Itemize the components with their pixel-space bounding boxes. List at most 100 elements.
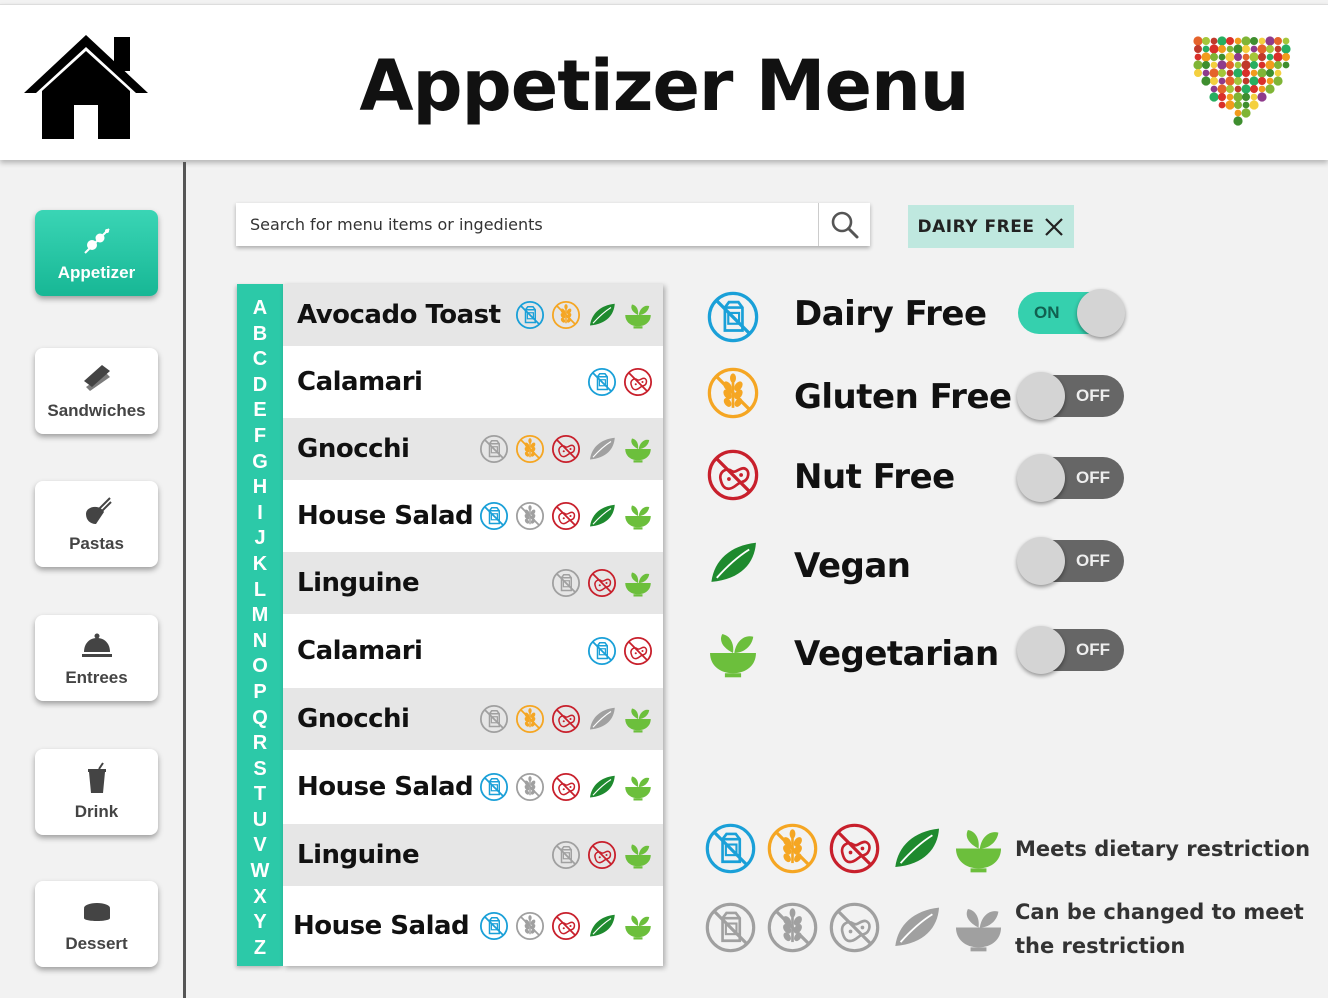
search-input[interactable]: [236, 203, 818, 246]
nav-sandwiches[interactable]: Sandwiches: [35, 348, 158, 434]
cloche-icon: [81, 633, 112, 657]
nut-free-icon: [707, 449, 759, 501]
menu-item-row[interactable]: Calamari: [283, 614, 663, 688]
legend-changeable-text: Can be changed to meet the restriction: [1015, 895, 1304, 963]
sandwich-icon: [83, 365, 110, 391]
menu-item-name: Avocado Toast: [297, 300, 501, 330]
dietary-tags: [587, 367, 653, 397]
toggle-state: OFF: [1076, 468, 1110, 487]
vegetarian-icon: [625, 915, 651, 940]
filter-chip-dairy-free: DAIRY FREE: [908, 205, 1074, 248]
dairy-free-icon: [479, 501, 509, 531]
menu-item-row[interactable]: Linguine: [283, 552, 663, 614]
nav-dessert[interactable]: Dessert: [35, 881, 158, 967]
nut-free-icon: [551, 911, 581, 941]
alpha-letter[interactable]: N: [253, 631, 267, 651]
toggle-knob[interactable]: [1017, 372, 1065, 420]
alpha-letter[interactable]: T: [254, 784, 266, 804]
vegan-icon: [590, 914, 615, 937]
vegan-icon: [895, 907, 940, 947]
toggle-knob[interactable]: [1077, 289, 1125, 337]
toggle-state: ON: [1034, 303, 1060, 322]
nav-label: Drink: [74, 802, 119, 821]
dairy-free-icon: [515, 300, 545, 330]
alphabet-index: ABCDEFGHIJKLMNOPQRSTUVWXYZ: [237, 284, 283, 966]
vegetarian-icon: [625, 708, 651, 733]
filter-toggle-vegetarian[interactable]: OFF: [1017, 626, 1124, 674]
nut-free-icon: [551, 704, 581, 734]
filter-toggle-dairy[interactable]: ON: [1018, 289, 1125, 337]
nav-appetizer[interactable]: Appetizer: [35, 210, 158, 296]
toggle-state: OFF: [1076, 386, 1110, 405]
menu-item-row[interactable]: House Salad: [283, 750, 663, 824]
menu-item-name: Calamari: [297, 636, 423, 666]
skewer-icon: [83, 228, 110, 254]
menu-item-name: House Salad: [297, 772, 474, 802]
dairy-free-icon: [705, 902, 756, 953]
nut-free-icon: [551, 772, 581, 802]
filter-toggle-nut[interactable]: OFF: [1017, 454, 1124, 502]
menu-item-row[interactable]: Avocado Toast: [283, 284, 663, 346]
close-icon[interactable]: [1044, 217, 1064, 237]
alpha-letter[interactable]: R: [253, 733, 267, 753]
nav-drink[interactable]: Drink: [35, 749, 158, 835]
alpha-letter[interactable]: O: [252, 656, 268, 676]
toggle-knob[interactable]: [1017, 537, 1065, 585]
alpha-letter[interactable]: L: [254, 580, 266, 600]
dietary-tags: [479, 501, 653, 531]
vegan-icon: [711, 542, 756, 582]
alpha-letter[interactable]: B: [253, 324, 267, 344]
filter-toggle-gluten[interactable]: OFF: [1017, 372, 1124, 420]
alpha-letter[interactable]: W: [251, 861, 270, 881]
menu-item-row[interactable]: House Salad: [283, 886, 663, 966]
menu-item-name: Linguine: [297, 568, 420, 598]
nav-pastas[interactable]: Pastas: [35, 481, 158, 567]
page-title: Appetizer Menu: [359, 45, 969, 127]
menu-item-row[interactable]: Gnocchi: [283, 418, 663, 480]
alpha-letter[interactable]: J: [254, 528, 265, 548]
dietary-tags: [587, 636, 653, 666]
menu-item-row[interactable]: Gnocchi: [283, 688, 663, 750]
alpha-letter[interactable]: P: [253, 682, 266, 702]
vegetarian-icon: [710, 634, 756, 678]
alpha-letter[interactable]: Z: [254, 938, 266, 958]
alpha-letter[interactable]: M: [252, 605, 269, 625]
legend-changeable-line2: the restriction: [1015, 934, 1186, 958]
alpha-letter[interactable]: U: [253, 810, 267, 830]
alpha-letter[interactable]: Q: [252, 708, 268, 728]
dairy-free-icon: [479, 911, 509, 941]
gluten-free-icon: [515, 704, 545, 734]
filter-label: Vegan: [794, 546, 911, 586]
toggle-knob[interactable]: [1017, 626, 1065, 674]
filter-label: Dairy Free: [794, 294, 987, 334]
alpha-letter[interactable]: Y: [253, 912, 266, 932]
dietary-tags: [479, 772, 653, 802]
nav-entrees[interactable]: Entrees: [35, 615, 158, 701]
menu-item-row[interactable]: House Salad: [283, 480, 663, 552]
alpha-letter[interactable]: D: [253, 375, 267, 395]
search-button[interactable]: [818, 203, 870, 246]
alpha-letter[interactable]: H: [253, 477, 267, 497]
alpha-letter[interactable]: A: [253, 298, 267, 318]
alpha-letter[interactable]: X: [253, 887, 266, 907]
toggle-knob[interactable]: [1017, 454, 1065, 502]
alpha-letter[interactable]: C: [253, 349, 267, 369]
dairy-free-icon: [705, 823, 756, 874]
alpha-letter[interactable]: E: [253, 400, 266, 420]
filter-label: Vegetarian: [794, 634, 999, 674]
menu-item-row[interactable]: Calamari: [283, 346, 663, 418]
nav-label: Pastas: [69, 534, 124, 553]
vegetarian-icon: [955, 908, 1002, 952]
alpha-letter[interactable]: S: [253, 759, 266, 779]
filter-toggle-vegan[interactable]: OFF: [1017, 537, 1124, 585]
alpha-letter[interactable]: V: [253, 835, 266, 855]
nut-free-icon: [551, 501, 581, 531]
search-bar: [236, 203, 870, 246]
nav-label: Appetizer: [57, 263, 136, 282]
menu-item-row[interactable]: Linguine: [283, 824, 663, 886]
alpha-letter[interactable]: K: [253, 554, 267, 574]
alpha-letter[interactable]: G: [252, 452, 268, 472]
alpha-letter[interactable]: I: [257, 503, 263, 523]
vegan-icon: [590, 504, 615, 527]
alpha-letter[interactable]: F: [254, 426, 266, 446]
